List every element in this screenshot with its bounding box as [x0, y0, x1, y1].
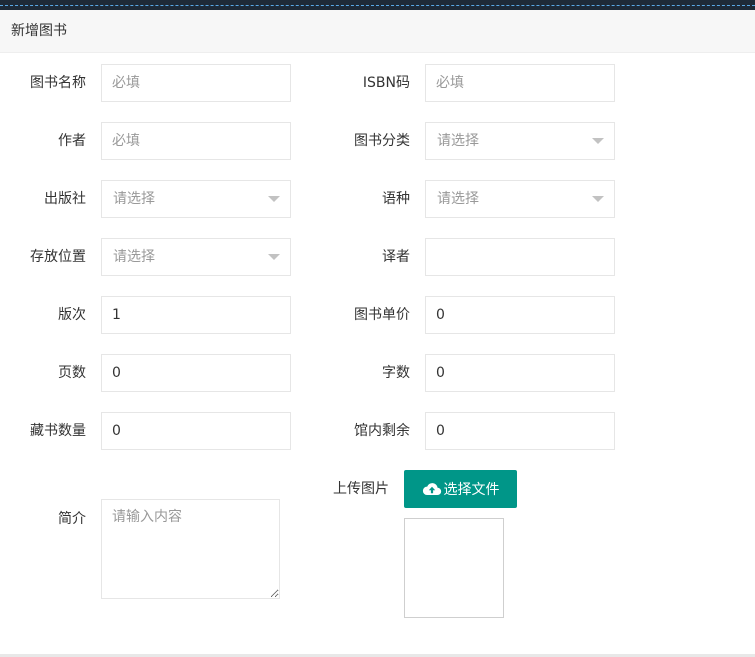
edition-input[interactable] — [101, 296, 291, 334]
location-select[interactable]: 请选择 — [101, 238, 291, 276]
summary-textarea[interactable] — [101, 499, 280, 599]
choose-file-button-label: 选择文件 — [443, 482, 500, 498]
language-label: 语种 — [382, 191, 410, 207]
pages-input[interactable] — [101, 354, 291, 392]
publisher-label: 出版社 — [44, 191, 86, 207]
category-label: 图书分类 — [354, 133, 410, 149]
chevron-down-icon — [268, 196, 280, 202]
summary-label: 简介 — [58, 511, 86, 527]
isbn-input[interactable] — [425, 64, 615, 102]
chevron-down-icon — [592, 138, 604, 144]
card-title: 新增图书 — [11, 23, 67, 39]
isbn-label: ISBN码 — [362, 75, 410, 91]
price-input[interactable] — [425, 296, 615, 334]
card-header: 新增图书 — [0, 10, 755, 53]
book-name-input[interactable] — [101, 64, 291, 102]
location-select-value: 请选择 — [113, 249, 155, 265]
language-select[interactable]: 请选择 — [425, 180, 615, 218]
translator-input[interactable] — [425, 238, 615, 276]
location-label: 存放位置 — [30, 249, 86, 265]
price-label: 图书单价 — [354, 307, 410, 323]
publisher-select-value: 请选择 — [113, 191, 155, 207]
word-count-input[interactable] — [425, 354, 615, 392]
chevron-down-icon — [592, 196, 604, 202]
word-count-label: 字数 — [382, 365, 410, 381]
category-select-value: 请选择 — [437, 133, 479, 149]
book-name-label: 图书名称 — [30, 75, 86, 91]
pages-label: 页数 — [58, 365, 86, 381]
translator-label: 译者 — [382, 249, 410, 265]
collection-count-label: 藏书数量 — [30, 423, 86, 439]
cloud-upload-icon — [422, 482, 442, 496]
collection-count-input[interactable] — [101, 412, 291, 450]
edition-label: 版次 — [58, 307, 86, 323]
publisher-select[interactable]: 请选择 — [101, 180, 291, 218]
language-select-value: 请选择 — [437, 191, 479, 207]
chevron-down-icon — [268, 254, 280, 260]
remaining-input[interactable] — [425, 412, 615, 450]
upload-label: 上传图片 — [333, 481, 389, 497]
author-label: 作者 — [58, 133, 86, 149]
choose-file-button[interactable]: 选择文件 — [404, 470, 517, 508]
remaining-label: 馆内剩余 — [354, 423, 410, 439]
category-select[interactable]: 请选择 — [425, 122, 615, 160]
top-bar-dashed-line — [0, 5, 755, 6]
top-bar — [0, 0, 755, 10]
author-input[interactable] — [101, 122, 291, 160]
image-preview — [404, 518, 504, 618]
